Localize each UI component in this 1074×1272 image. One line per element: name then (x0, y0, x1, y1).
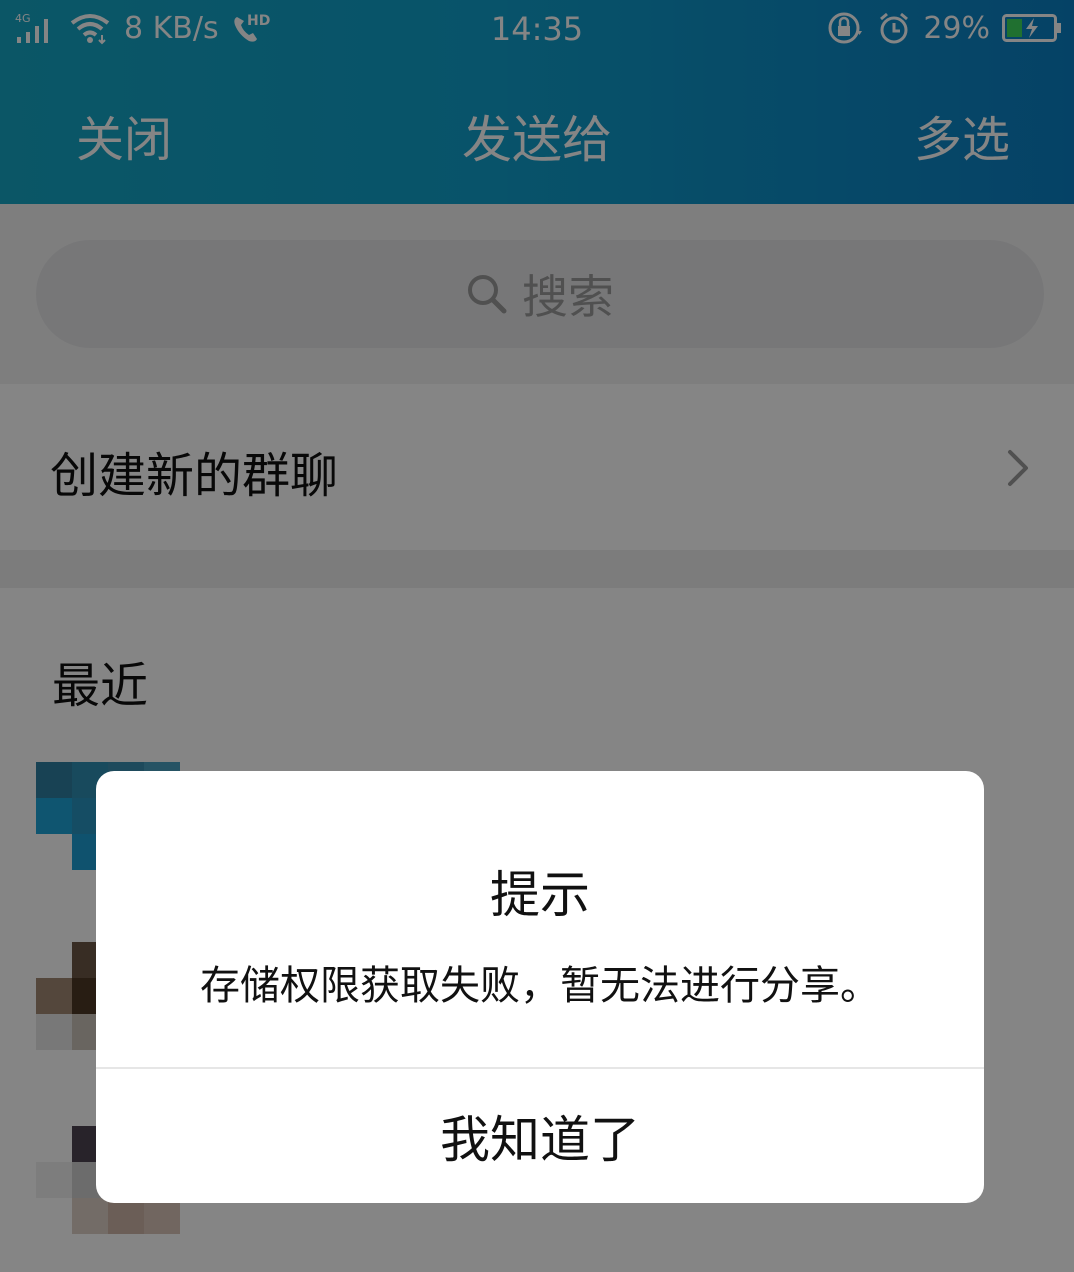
dialog-title: 提示 (490, 866, 590, 924)
acknowledge-button[interactable]: 我知道了 (96, 1069, 984, 1203)
permission-alert-dialog: 提示 存储权限获取失败，暂无法进行分享。 我知道了 (96, 771, 984, 1203)
dialog-message: 存储权限获取失败，暂无法进行分享。 (200, 963, 880, 1009)
